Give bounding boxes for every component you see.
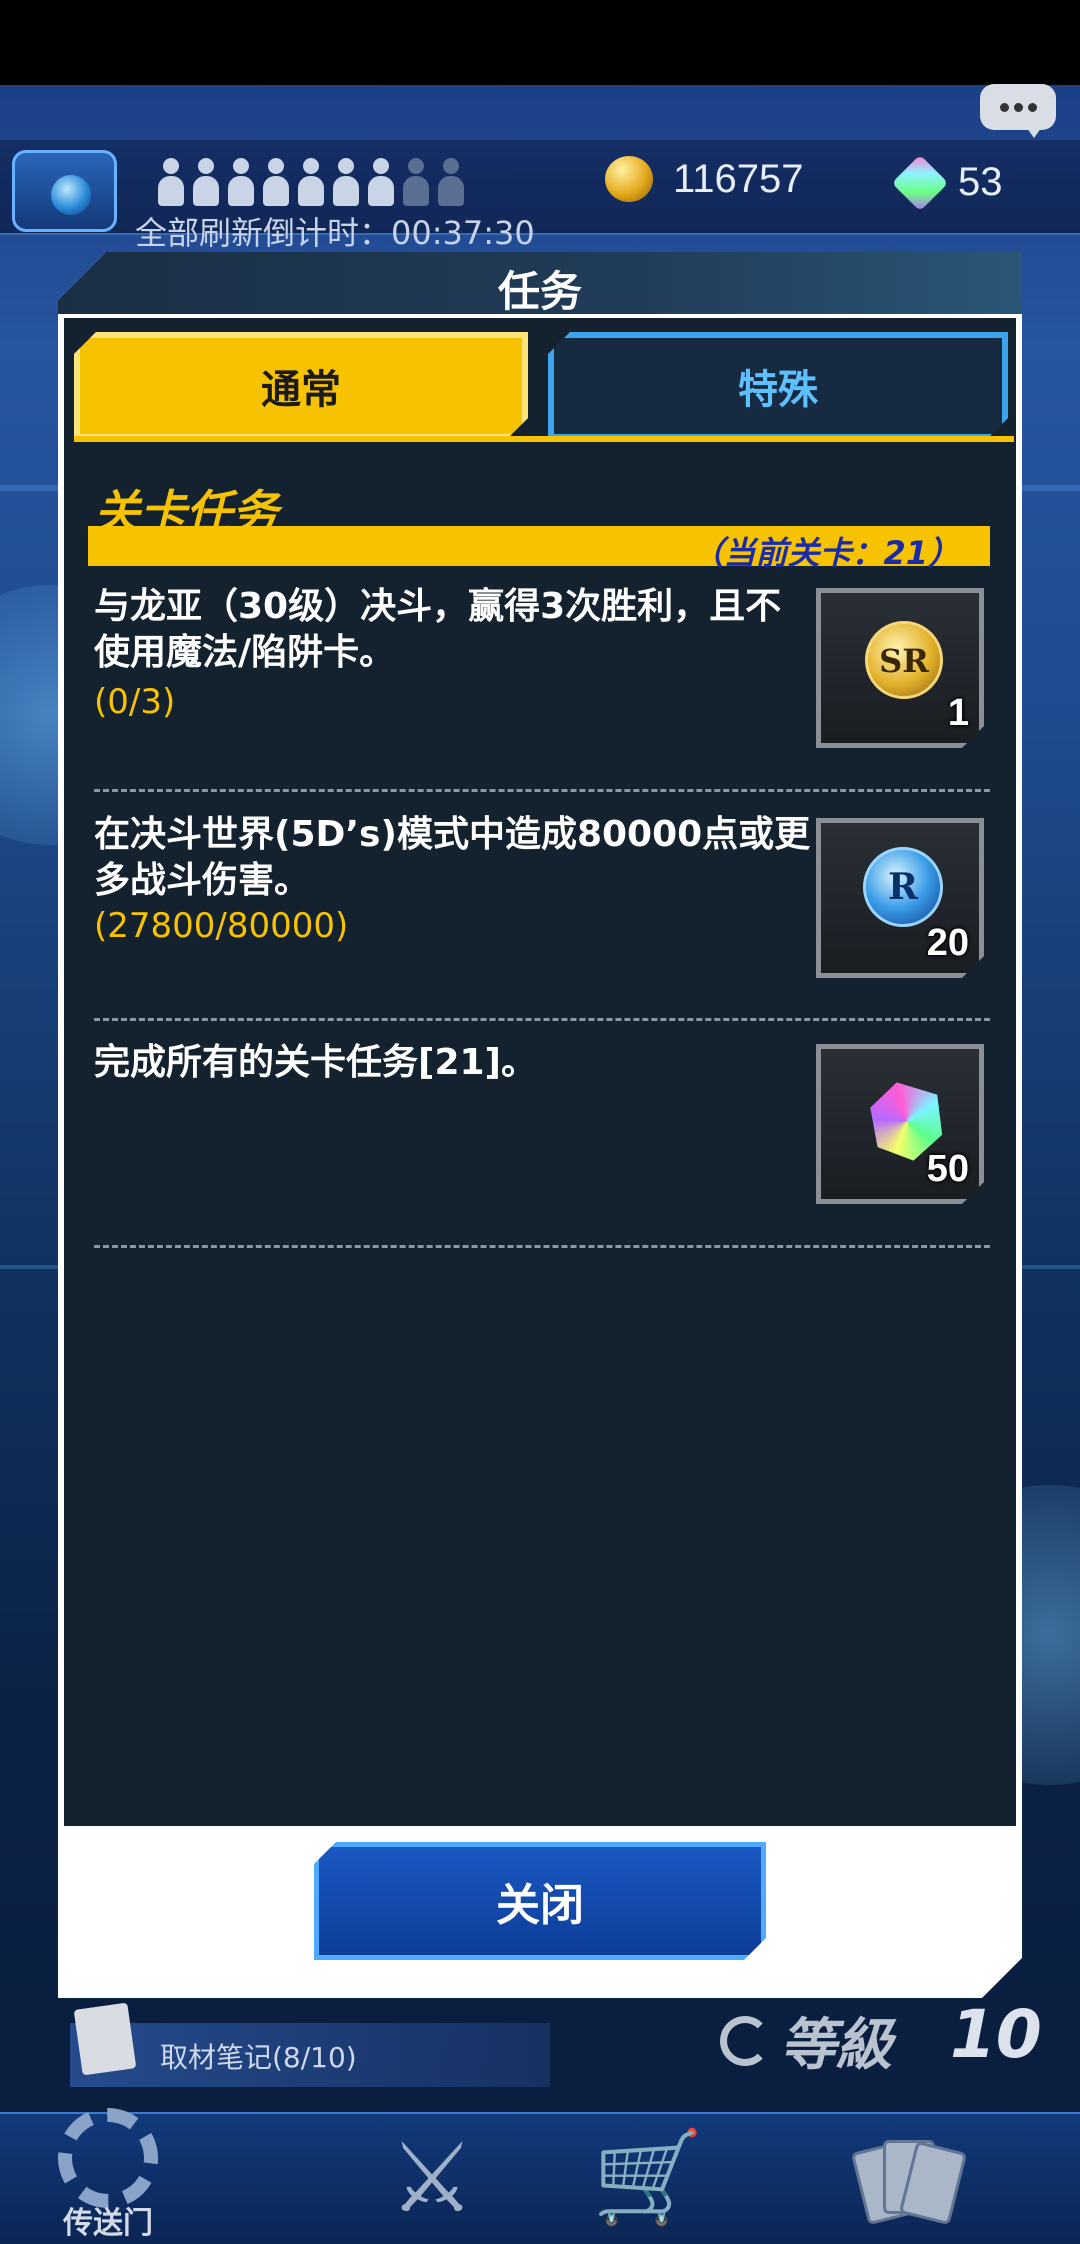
gold-counter: 116757 xyxy=(605,156,804,202)
nav-duel[interactable]: ⚔ xyxy=(324,2112,540,2244)
mission-item[interactable]: 完成所有的关卡任务[21]。 50 xyxy=(94,1040,984,1210)
notes-label: 取材笔记(8/10) xyxy=(160,2041,357,2074)
duelist-slots xyxy=(155,158,466,210)
mission-reward[interactable]: R 20 xyxy=(816,818,984,978)
world-globe-button[interactable] xyxy=(12,150,117,232)
globe-icon xyxy=(51,175,91,215)
tab-normal[interactable]: 通常 xyxy=(74,332,528,440)
reward-count: 1 xyxy=(947,692,969,734)
nav-portal-label: 传送门 xyxy=(63,2206,153,2241)
mission-reward[interactable]: 50 xyxy=(816,1044,984,1204)
mission-reward[interactable]: SR 1 xyxy=(816,588,984,748)
gem-counter: 53 xyxy=(891,154,1003,211)
tab-underline xyxy=(74,436,1014,442)
mission-divider xyxy=(94,1018,990,1021)
mission-text: 在决斗世界(5D’s)模式中造成80000点或更多战斗伤害。 xyxy=(94,814,811,901)
r-ticket-icon: R xyxy=(863,847,943,927)
level-indicator: 等級 xyxy=(720,2000,892,2081)
sr-ticket-label: SR xyxy=(879,642,929,680)
gem-icon xyxy=(891,154,949,211)
gear-icon xyxy=(58,2108,158,2208)
refresh-countdown: 全部刷新倒计时：00:37:30 xyxy=(135,214,535,252)
gold-coin-icon xyxy=(605,156,653,202)
mission-divider xyxy=(94,789,990,792)
reward-count: 20 xyxy=(926,922,969,964)
sync-icon xyxy=(720,2015,770,2066)
current-stage: （当前关卡：21） xyxy=(691,534,960,572)
reward-count: 50 xyxy=(926,1148,969,1190)
tab-special[interactable]: 特殊 xyxy=(548,332,1008,440)
swords-icon: ⚔ xyxy=(388,2122,476,2234)
dialog-title: 任务 xyxy=(497,267,582,316)
mission-item[interactable]: 与龙亚（30级）决斗，赢得3次胜利，且不使用魔法/陷阱卡。 (0/3) SR 1 xyxy=(94,584,984,754)
mission-divider xyxy=(94,1245,990,1248)
mission-text: 与龙亚（30级）决斗，赢得3次胜利，且不使用魔法/陷阱卡。 xyxy=(94,586,782,673)
mission-progress: (0/3) xyxy=(94,682,176,722)
level-label: 等級 xyxy=(780,2013,892,2078)
r-ticket-label: R xyxy=(888,866,918,908)
close-button[interactable]: 关闭 xyxy=(314,1842,766,1960)
level-value: 10 xyxy=(950,1996,1042,2073)
mission-item[interactable]: 在决斗世界(5D’s)模式中造成80000点或更多战斗伤害。 (27800/80… xyxy=(94,812,984,982)
mission-progress: (27800/80000) xyxy=(94,906,349,946)
stage-bar: （当前关卡：21） xyxy=(88,526,990,572)
mission-text: 完成所有的关卡任务[21]。 xyxy=(94,1042,538,1083)
chat-icon[interactable] xyxy=(980,84,1056,138)
gold-value: 116757 xyxy=(673,156,804,201)
notebook-icon xyxy=(73,2002,137,2076)
cart-icon: 🛒 xyxy=(591,2125,705,2230)
cards-icon xyxy=(850,2138,968,2226)
sr-ticket-icon: SR xyxy=(865,621,943,699)
nav-deck[interactable] xyxy=(800,2112,1016,2244)
gem-value: 53 xyxy=(958,160,1003,204)
nav-shop[interactable]: 🛒 xyxy=(540,2112,756,2244)
